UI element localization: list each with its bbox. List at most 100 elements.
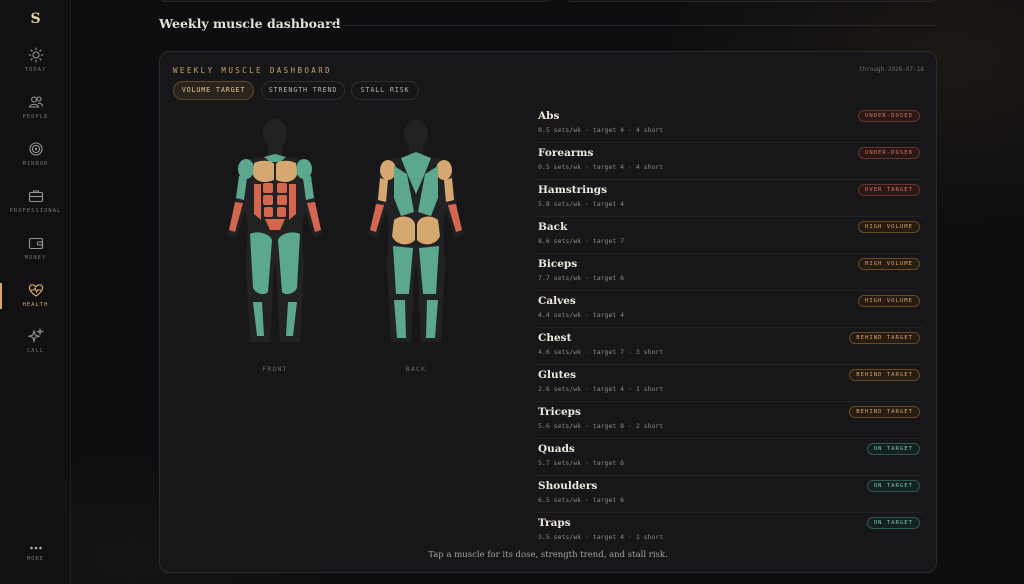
muscle-chest[interactable] [253,160,274,183]
muscle-obliques[interactable] [289,184,296,220]
sidebar-item-label: MIRROR [22,161,49,167]
muscle-name: Traps [538,517,571,529]
tab-volume-target[interactable]: VOLUME TARGET [173,81,254,100]
muscle-row-back[interactable]: Back 8.6 sets/wk · target 7 HIGH VOLUME [535,217,923,254]
muscle-name: Glutes [538,369,577,381]
status-badge: OVER TARGET [857,184,920,196]
status-badge: HIGH VOLUME [857,221,920,233]
muscle-meta: 5.6 sets/wk · target 8 · 2 short [538,422,664,430]
status-badge: UNDER-DOSED [857,147,920,159]
muscle-shoulder-left-front[interactable] [238,159,254,179]
muscle-row-quads[interactable]: Quads 5.7 sets/wk · target 6 ON TARGET [535,439,923,476]
muscle-meta: 4.4 sets/wk · target 4 [538,311,625,319]
muscle-name: Abs [538,110,560,122]
muscle-row-forearms[interactable]: Forearms 0.5 sets/wk · target 4 · 4 shor… [535,143,923,180]
muscle-row-glutes[interactable]: Glutes 2.6 sets/wk · target 4 · 1 short … [535,365,923,402]
wallet-icon [28,237,43,250]
heart-pulse-icon [28,284,43,297]
status-badge: UNDER-DOSED [857,110,920,122]
muscle-row-chest[interactable]: Chest 4.6 sets/wk · target 7 · 3 short B… [535,328,923,365]
sidebar: S TODAY PEOPLE MIRROR PROFESSIONAL MONEY… [0,0,71,584]
muscle-rear-delt-left[interactable] [380,160,396,180]
muscle-row-calves[interactable]: Calves 4.4 sets/wk · target 4 HIGH VOLUM… [535,291,923,328]
sidebar-item-label: HEALTH [22,302,49,308]
muscle-glutes[interactable] [392,216,415,245]
back-body-figure [368,119,464,342]
previous-card-right [565,0,937,2]
status-badge: HIGH VOLUME [857,295,920,307]
sun-icon [27,47,44,63]
muscle-glutes[interactable] [417,216,440,245]
muscle-row-hamstrings[interactable]: Hamstrings 5.8 sets/wk · target 4 OVER T… [535,180,923,217]
sidebar-item-label: PROFESSIONAL [9,208,62,214]
muscle-name: Chest [538,332,572,344]
muscle-name: Back [538,221,568,233]
muscle-row-shoulders[interactable]: Shoulders 6.5 sets/wk · target 6 ON TARG… [535,476,923,513]
muscle-obliques[interactable] [254,184,261,220]
tab-strength-trend[interactable]: STRENGTH TREND [261,81,345,100]
muscle-meta: 2.6 sets/wk · target 4 · 1 short [538,385,664,393]
main-content: Weekly muscle dashboard WEEKLY MUSCLE DA… [71,0,1024,584]
sidebar-item-health[interactable]: HEALTH [0,282,71,308]
muscle-name: Hamstrings [538,184,608,196]
sidebar-item-today[interactable]: TODAY [0,47,71,73]
muscle-meta: 3.5 sets/wk · target 4 · 1 short [538,533,664,541]
muscle-meta: 5.7 sets/wk · target 6 [538,459,625,467]
status-badge: HIGH VOLUME [857,258,920,270]
muscle-row-traps[interactable]: Traps 3.5 sets/wk · target 4 · 1 short O… [535,513,923,550]
status-badge: BEHIND TARGET [849,369,920,381]
previous-cards [159,0,937,2]
sparkle-icon [27,328,44,344]
muscle-name: Biceps [538,258,578,270]
muscle-row-biceps[interactable]: Biceps 7.7 sets/wk · target 6 HIGH VOLUM… [535,254,923,291]
front-silhouette [227,119,323,342]
muscle-name: Shoulders [538,480,598,492]
front-label: FRONT [262,365,288,373]
app-logo[interactable]: S [0,11,71,27]
sidebar-item-call[interactable]: CALL [0,328,71,354]
more-dots-icon [29,546,42,550]
briefcase-icon [28,190,43,203]
front-body-figure [227,119,323,342]
muscle-shoulder-right-front[interactable] [296,159,312,179]
mirror-icon [28,142,43,156]
status-badge: BEHIND TARGET [849,406,920,418]
people-icon [28,96,43,108]
muscle-row-abs[interactable]: Abs 0.5 sets/wk · target 4 · 4 short UND… [535,106,923,143]
body-map-back[interactable] [361,116,471,350]
sidebar-item-mirror[interactable]: MIRROR [0,141,71,167]
section-title: Weekly muscle dashboard [159,16,341,31]
sidebar-item-label: CALL [26,348,45,354]
muscle-meta: 0.5 sets/wk · target 4 · 4 short [538,163,664,171]
panel-date: through 2026-07-18 [858,66,924,73]
muscle-chest[interactable] [276,160,297,183]
body-map-front[interactable] [220,116,330,350]
panel-hint: Tap a muscle for its dose, strength tren… [428,550,668,560]
sidebar-item-label: TODAY [24,67,47,73]
sidebar-item-professional[interactable]: PROFESSIONAL [0,188,71,214]
muscle-name: Forearms [538,147,594,159]
previous-card-left [159,0,551,2]
muscle-rear-delt-right[interactable] [436,160,452,180]
more-button[interactable]: MORE [0,544,71,562]
sidebar-item-people[interactable]: PEOPLE [0,94,71,120]
tab-stall-risk[interactable]: STALL RISK [351,81,419,100]
back-label: BACK [405,365,427,373]
muscle-dashboard-panel: WEEKLY MUSCLE DASHBOARD through 2026-07-… [159,51,937,573]
section-divider [324,25,937,26]
muscle-meta: 7.7 sets/wk · target 6 [538,274,625,282]
panel-label: WEEKLY MUSCLE DASHBOARD [173,66,333,75]
muscle-row-triceps[interactable]: Triceps 5.6 sets/wk · target 8 · 2 short… [535,402,923,439]
sidebar-item-money[interactable]: MONEY [0,235,71,261]
muscle-name: Calves [538,295,576,307]
status-badge: ON TARGET [866,517,920,529]
muscle-meta: 5.8 sets/wk · target 4 [538,200,625,208]
muscle-name: Triceps [538,406,581,418]
muscle-meta: 8.6 sets/wk · target 7 [538,237,625,245]
more-label: MORE [26,556,45,562]
status-badge: BEHIND TARGET [849,332,920,344]
muscle-meta: 6.5 sets/wk · target 6 [538,496,625,504]
sidebar-item-label: PEOPLE [22,114,49,120]
muscle-name: Quads [538,443,575,455]
status-badge: ON TARGET [866,480,920,492]
